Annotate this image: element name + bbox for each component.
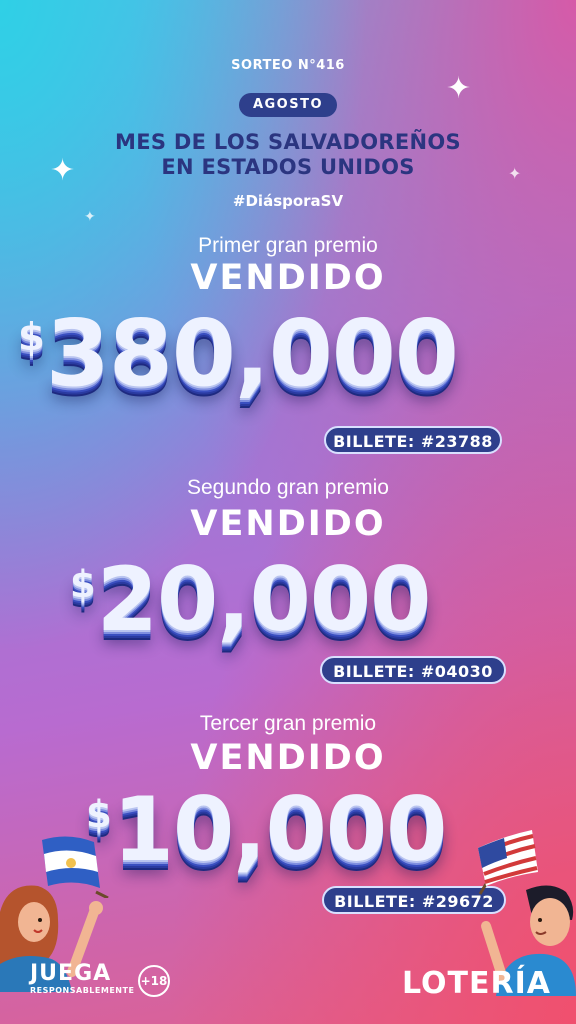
age-badge: +18: [138, 965, 170, 997]
sparkle-icon: ✦: [446, 71, 472, 106]
prize-1-status: VENDIDO: [190, 258, 386, 298]
prize-3-label: Tercer gran premio: [199, 712, 377, 735]
juega-text: JUEGA: [30, 961, 112, 986]
prize-1-amount: $380,000: [18, 300, 459, 407]
hashtag: #DiásporaSV: [232, 192, 344, 210]
prize-1-currency: $: [18, 315, 45, 361]
month-pill: AGOSTO: [239, 93, 337, 117]
sparkle-icon: ✦: [84, 209, 96, 225]
prize-3-value: 10,000: [112, 778, 448, 881]
responsablemente-text: RESPONSABLEMENTE: [30, 986, 135, 995]
prize-2-amount: $20,000: [70, 548, 432, 651]
prize-2-ticket: BILLETE: #04030: [320, 656, 506, 684]
headline-line-1: MES DE LOS SALVADOREÑOS: [115, 130, 461, 154]
responsible-gaming-logo: JUEGA RESPONSABLEMENTE: [30, 961, 135, 996]
prize-1-label: Primer gran premio: [198, 234, 378, 257]
prize-2-value: 20,000: [96, 548, 432, 651]
prize-3-currency: $: [86, 792, 112, 836]
promo-poster: ✦ ✦ ✦ ✦ SORTEO N°416 AGOSTO MES DE LOS S…: [0, 0, 576, 1024]
prize-1-ticket: BILLETE: #23788: [324, 426, 502, 454]
headline: MES DE LOS SALVADOREÑOS EN ESTADOS UNIDO…: [0, 130, 576, 180]
prize-2-status: VENDIDO: [190, 504, 386, 544]
prize-3-amount: $10,000: [86, 778, 448, 881]
prize-1-value: 380,000: [45, 300, 459, 407]
prize-2-label: Segundo gran premio: [187, 476, 389, 499]
loteria-logo: LOTERÍA: [402, 966, 551, 1001]
headline-line-2: EN ESTADOS UNIDOS: [161, 155, 415, 179]
draw-number: SORTEO N°416: [231, 58, 345, 73]
prize-2-currency: $: [70, 562, 96, 606]
prize-3-status: VENDIDO: [190, 738, 386, 778]
